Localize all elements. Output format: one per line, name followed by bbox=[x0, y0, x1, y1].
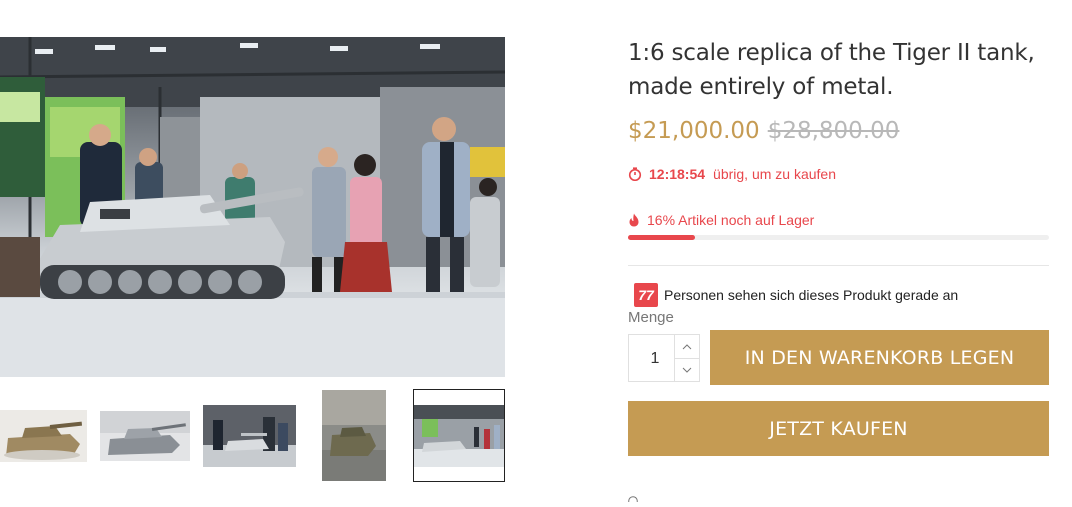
stock-text: 16% Artikel noch auf Lager bbox=[647, 212, 815, 228]
thumbnail-4-image bbox=[322, 390, 386, 481]
info-icon bbox=[628, 489, 638, 506]
tank-exhibition-photo bbox=[0, 37, 505, 377]
quantity-decrease-button[interactable] bbox=[674, 358, 699, 381]
divider bbox=[628, 265, 1049, 266]
viewers-text: Personen sehen sich dieses Produkt gerad… bbox=[664, 287, 959, 303]
add-to-cart-row: IN DEN WARENKORB LEGEN bbox=[628, 330, 1049, 385]
sale-countdown: 12:18:54 übrig, um zu kaufen bbox=[628, 164, 1049, 184]
flame-icon bbox=[629, 213, 639, 227]
countdown-suffix: übrig, um zu kaufen bbox=[713, 166, 837, 182]
product-title: 1:6 scale replica of the Tiger II tank, … bbox=[628, 36, 1049, 104]
thumbnail-2[interactable] bbox=[100, 389, 190, 482]
buy-now-button[interactable]: JETZT KAUFEN bbox=[628, 401, 1049, 456]
add-to-cart-button[interactable]: IN DEN WARENKORB LEGEN bbox=[710, 330, 1049, 385]
price: $21,000.00 $28,800.00 bbox=[628, 118, 1049, 150]
main-product-image[interactable] bbox=[0, 37, 505, 377]
chevron-up-icon bbox=[682, 343, 692, 349]
product-title-line-2: made entirely of metal. bbox=[628, 74, 894, 100]
quantity-stepper bbox=[628, 334, 700, 383]
thumbnail-1[interactable] bbox=[0, 389, 87, 482]
quantity-increase-button[interactable] bbox=[674, 335, 699, 359]
stock-progress-fill bbox=[628, 235, 696, 240]
countdown-time: 12:18:54 bbox=[649, 166, 706, 182]
thumbnail-4[interactable] bbox=[322, 389, 386, 482]
thumbnail-3-image bbox=[203, 404, 296, 467]
stopwatch-icon bbox=[628, 167, 642, 181]
thumbnail-5-image bbox=[414, 404, 504, 467]
stock-status: 16% Artikel noch auf Lager bbox=[628, 210, 1049, 230]
thumbnail-5[interactable] bbox=[413, 389, 505, 482]
live-viewers: 77 Personen sehen sich dieses Produkt ge… bbox=[628, 283, 1049, 307]
viewer-count-badge: 77 bbox=[634, 283, 658, 307]
product-title-line-1: 1:6 scale replica of the Tiger II tank, bbox=[628, 40, 1035, 66]
thumbnail-3[interactable] bbox=[203, 389, 296, 482]
quantity-label: Menge bbox=[628, 309, 674, 326]
original-price: $28,800.00 bbox=[767, 118, 900, 144]
info-icon-glyph bbox=[628, 496, 638, 506]
chevron-down-icon bbox=[682, 367, 692, 373]
thumbnail-1-image bbox=[0, 409, 87, 462]
stock-progress-bar bbox=[628, 235, 1049, 240]
product-summary: 1:6 scale replica of the Tiger II tank, … bbox=[628, 36, 1049, 456]
thumbnail-2-image bbox=[100, 410, 190, 461]
current-price: $21,000.00 bbox=[628, 118, 760, 144]
